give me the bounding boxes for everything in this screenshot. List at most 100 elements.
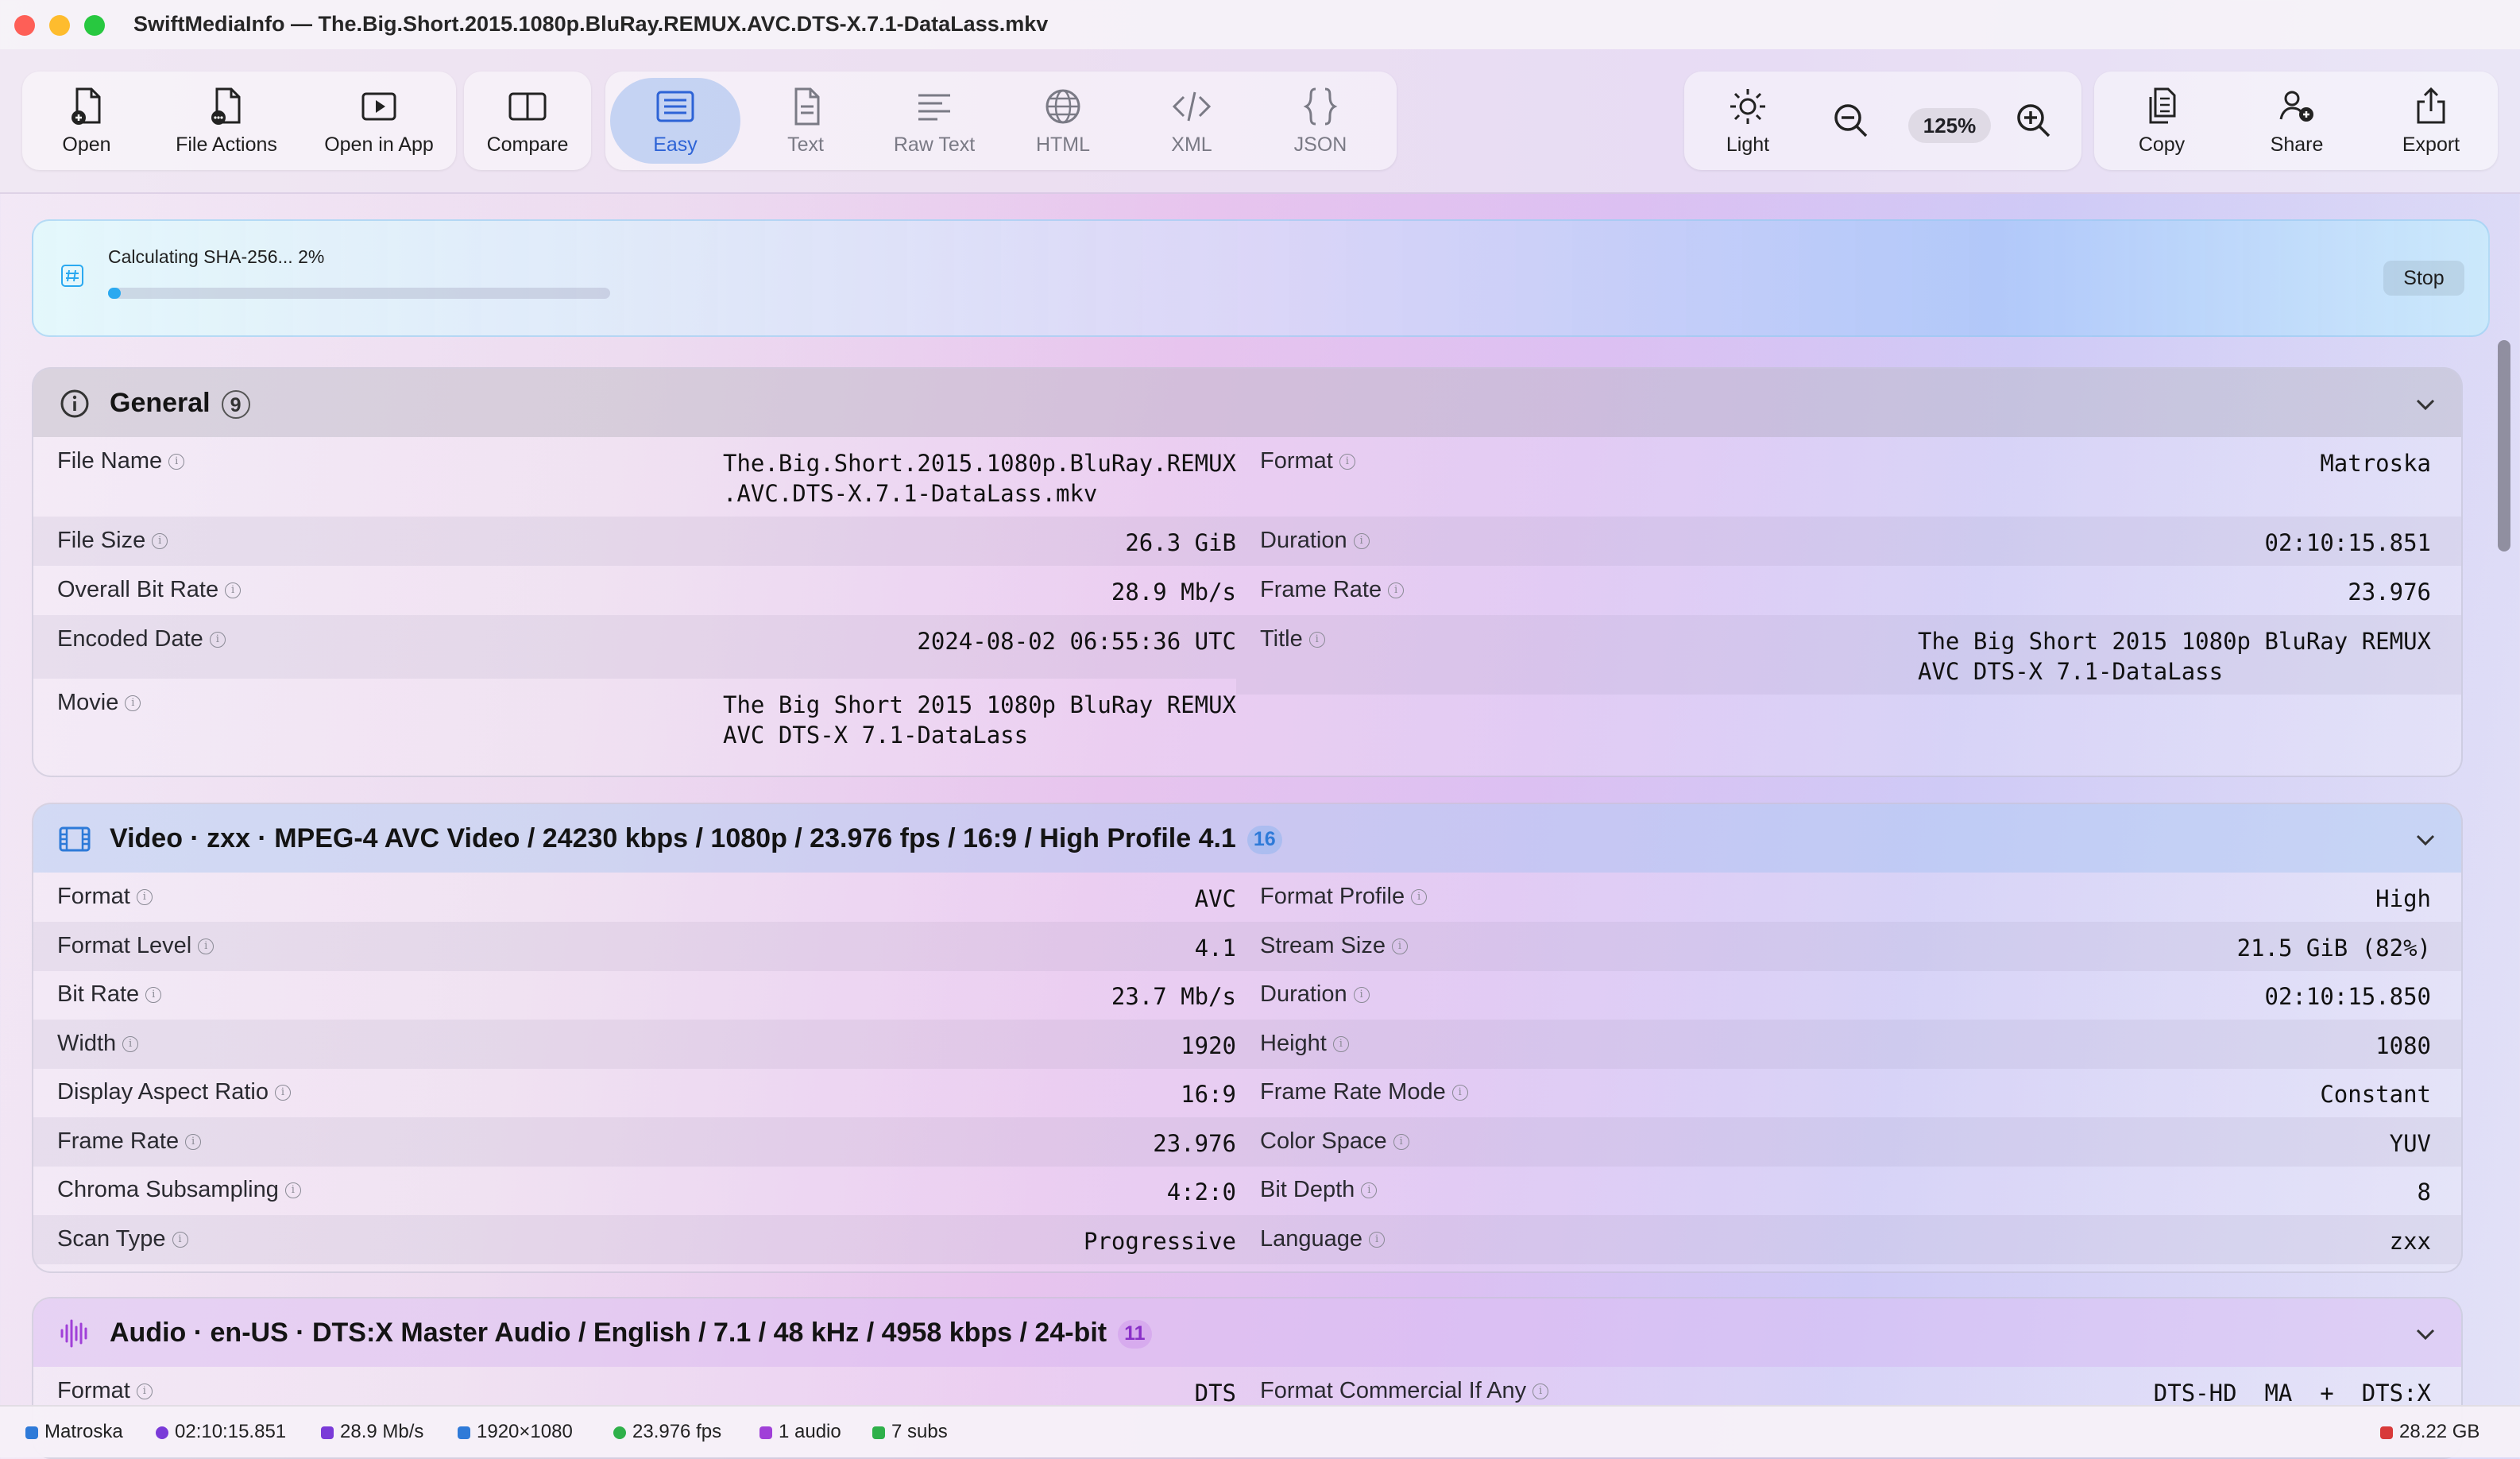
general-header[interactable]: General 9: [33, 369, 2461, 437]
property-value: 1080: [2375, 1031, 2431, 1059]
status-item-text: 02:10:15.851: [175, 1421, 287, 1442]
general-title-text: General: [110, 388, 211, 418]
property-value: 4.1: [1194, 934, 1236, 962]
info-icon[interactable]: i: [185, 1133, 202, 1150]
property-key-text: Title: [1260, 626, 1303, 652]
chevron-down-icon[interactable]: [2414, 1322, 2437, 1346]
view-html-label: HTML: [1035, 133, 1091, 156]
status-item-text: 23.976 fps: [632, 1421, 722, 1442]
captions-icon: [872, 1426, 885, 1439]
video-title-text: Video · zxx · MPEG-4 AVC Video / 24230 k…: [110, 823, 1236, 853]
info-icon[interactable]: i: [209, 632, 226, 648]
zoom-in-button[interactable]: [1994, 72, 2074, 170]
info-icon[interactable]: i: [1388, 582, 1405, 599]
view-xml-label: XML: [1171, 133, 1212, 156]
open-file-icon: [72, 87, 101, 125]
info-icon[interactable]: i: [225, 582, 242, 599]
general-section: General 9 File Name i The.Big.Short.2015.10…: [32, 367, 2463, 777]
info-icon[interactable]: i: [136, 1384, 153, 1400]
view-html-button[interactable]: HTML: [998, 72, 1128, 170]
info-icon[interactable]: i: [1532, 1384, 1549, 1400]
hash-progress-bar: [108, 288, 610, 299]
property-row: Width i 1920: [33, 1019, 1236, 1069]
property-row: Format i AVC: [33, 873, 1236, 922]
chevron-down-icon[interactable]: [2414, 393, 2437, 416]
property-key-text: Height: [1260, 1030, 1327, 1056]
compare-button[interactable]: Compare: [464, 72, 591, 170]
info-icon[interactable]: i: [152, 533, 168, 550]
info-icon[interactable]: i: [1308, 632, 1325, 648]
scrollbar-thumb[interactable]: [2498, 340, 2510, 551]
stop-button[interactable]: Stop: [2383, 261, 2464, 296]
appearance-light-button[interactable]: Light: [1684, 72, 1811, 170]
view-text-button[interactable]: Text: [740, 72, 871, 170]
open-button[interactable]: Open: [22, 72, 151, 170]
info-icon[interactable]: i: [1391, 938, 1408, 954]
status-item: Matroska: [25, 1421, 123, 1443]
chevron-down-icon[interactable]: [2414, 828, 2437, 852]
property-row: Format i Matroska: [1236, 437, 2461, 517]
status-item: 28.9 Mb/s: [321, 1421, 423, 1443]
property-row: Format Profile i High: [1236, 873, 2461, 922]
export-button[interactable]: Export: [2364, 72, 2498, 170]
property-key-text: File Size: [57, 528, 146, 553]
status-item-text: Matroska: [44, 1421, 123, 1442]
view-json-button[interactable]: JSON: [1255, 72, 1386, 170]
share-button[interactable]: Share: [2229, 72, 2364, 170]
property-row: Language i zxx: [1236, 1214, 2461, 1264]
property-value: YUV: [2389, 1129, 2431, 1157]
view-raw-text-button[interactable]: Raw Text: [871, 72, 998, 170]
property-key-text: Scan Type: [57, 1225, 166, 1252]
info-icon[interactable]: i: [1411, 889, 1428, 906]
info-icon[interactable]: i: [136, 889, 153, 906]
info-icon[interactable]: i: [1353, 533, 1370, 550]
waveform-icon: [60, 1319, 87, 1348]
info-icon[interactable]: i: [1451, 1085, 1468, 1101]
info-icon[interactable]: i: [172, 1231, 188, 1248]
info-icon[interactable]: i: [122, 1035, 139, 1052]
info-icon[interactable]: i: [1361, 1182, 1378, 1199]
display-icon: [458, 1426, 470, 1439]
property-key-text: Movie: [57, 690, 119, 715]
status-item-text: 1920×1080: [477, 1421, 573, 1442]
property-row: Bit Depth i 8: [1236, 1166, 2461, 1215]
info-icon[interactable]: i: [145, 987, 162, 1004]
info-icon[interactable]: i: [274, 1085, 291, 1101]
info-icon[interactable]: i: [125, 695, 141, 712]
title-bar: SwiftMediaInfo — The.Big.Short.2015.1080…: [0, 0, 2520, 51]
video-header[interactable]: Video · zxx · MPEG-4 AVC Video / 24230 k…: [33, 804, 2461, 873]
audio-header[interactable]: Audio · en-US · DTS:X Master Audio / Eng…: [33, 1298, 2461, 1367]
info-icon[interactable]: i: [1393, 1133, 1409, 1150]
property-row: Overall Bit Rate i 28.9 Mb/s: [33, 566, 1236, 615]
window-title: SwiftMediaInfo — The.Big.Short.2015.1080…: [133, 12, 1049, 36]
status-disk-usage: 28.22 GB: [2380, 1421, 2479, 1443]
bolt-icon: [321, 1426, 334, 1439]
info-icon[interactable]: i: [198, 938, 215, 954]
view-easy-button[interactable]: Easy: [610, 78, 740, 164]
property-key-text: Duration: [1260, 528, 1347, 553]
property-key-text: Format: [57, 884, 130, 909]
view-xml-button[interactable]: XML: [1128, 72, 1255, 170]
info-icon[interactable]: i: [1353, 987, 1370, 1004]
info-icon[interactable]: i: [1339, 454, 1355, 470]
status-item-text: 7 subs: [891, 1421, 948, 1442]
info-icon[interactable]: i: [1369, 1231, 1386, 1248]
info-icon[interactable]: i: [168, 454, 185, 470]
zoom-out-button[interactable]: [1811, 72, 1891, 170]
property-value: 02:10:15.850: [2264, 983, 2431, 1010]
zoom-window-button[interactable]: [84, 15, 105, 36]
file-actions-button[interactable]: File Actions: [151, 72, 302, 170]
info-icon[interactable]: i: [284, 1182, 301, 1199]
property-key: Frame Rate i: [1260, 577, 1405, 603]
minimize-window-button[interactable]: [49, 15, 70, 36]
property-key-text: Overall Bit Rate: [57, 577, 219, 602]
close-window-button[interactable]: [14, 15, 35, 36]
clock-icon: [156, 1426, 168, 1439]
split-view-icon: [508, 92, 547, 120]
info-icon[interactable]: i: [1332, 1035, 1349, 1052]
property-key-text: Format: [1260, 448, 1333, 474]
property-value: Progressive: [1083, 1227, 1236, 1255]
property-value: 23.976: [2348, 579, 2431, 606]
open-in-app-button[interactable]: Open in App: [302, 72, 456, 170]
copy-button[interactable]: Copy: [2094, 72, 2229, 170]
